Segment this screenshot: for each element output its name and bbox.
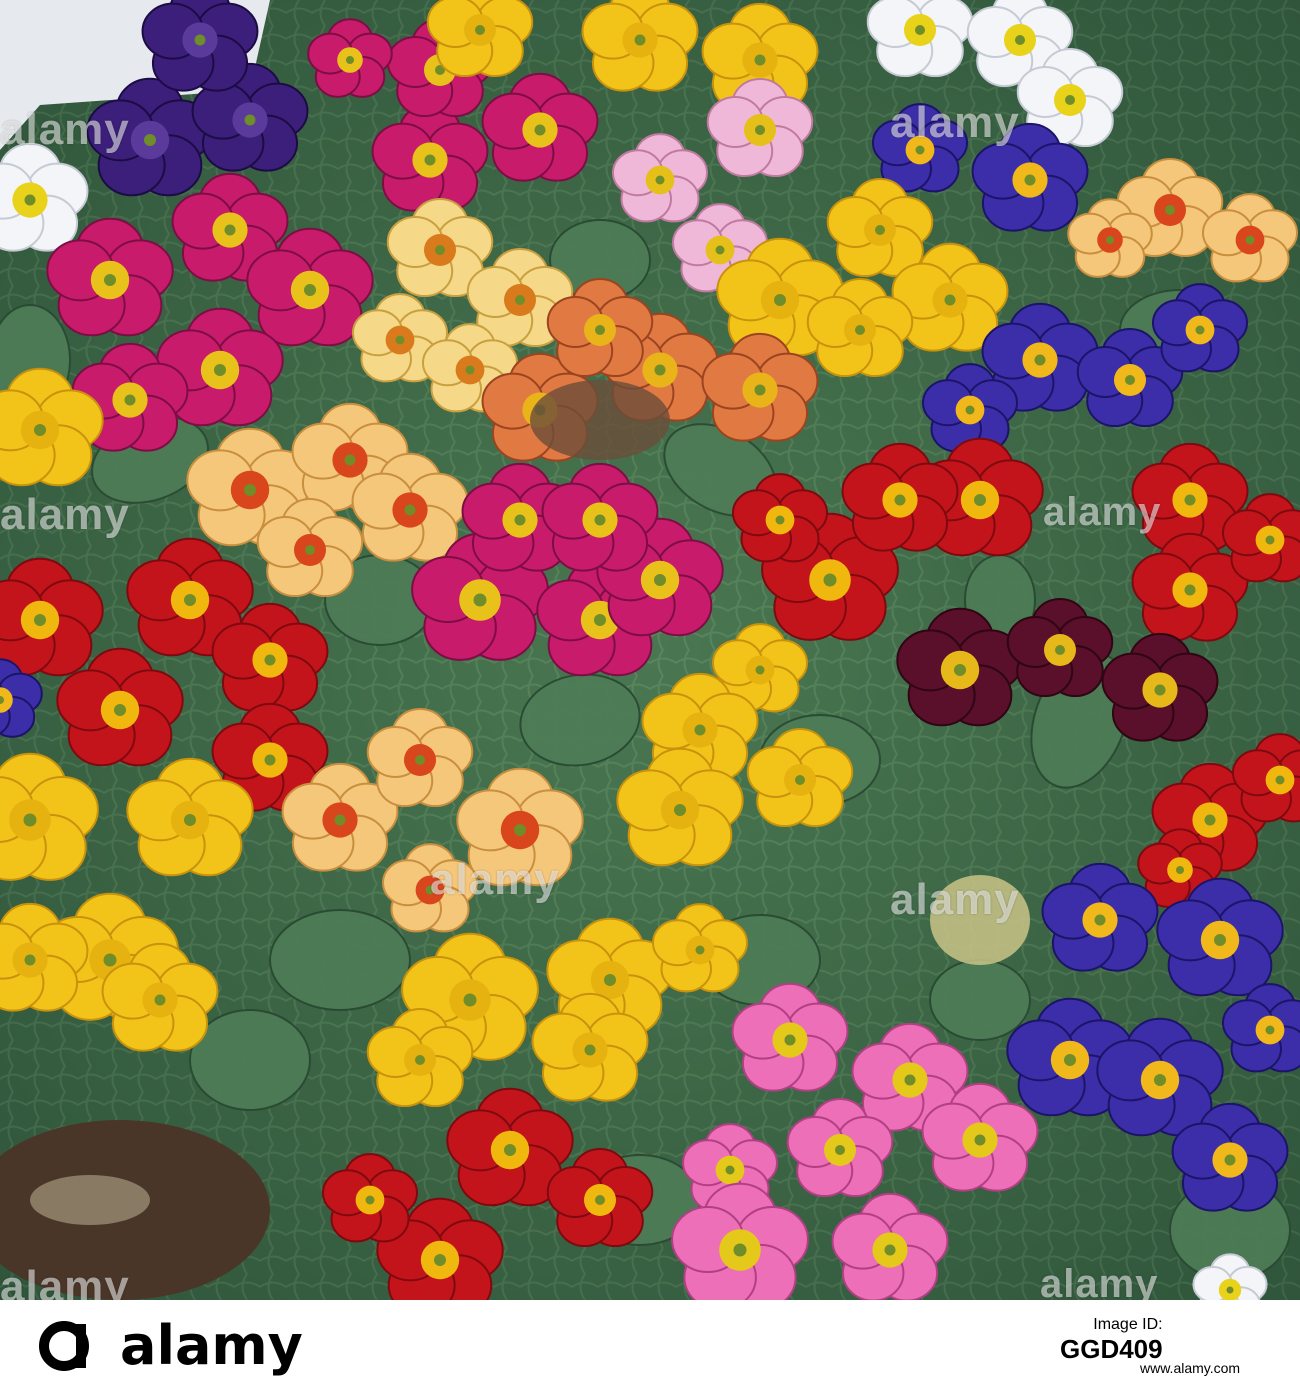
primrose-flower (141, 0, 259, 92)
flower-photo (0, 0, 1300, 1300)
primrose-flower (866, 0, 974, 78)
stock-footer: alamy Image ID: GGD409 www.alamy.com (0, 1300, 1300, 1388)
primrose-flower (581, 0, 699, 92)
image-id-block: Image ID: GGD409 (1060, 1316, 1163, 1365)
image-id-label: Image ID: (1093, 1316, 1163, 1333)
footer-url[interactable]: www.alamy.com (1140, 1360, 1240, 1376)
watermark-text: alamy (0, 490, 130, 539)
stock-brand-label: alamy (120, 1314, 303, 1377)
watermark-text: alamy (1043, 490, 1162, 534)
watermark-text: alamy (430, 855, 560, 904)
alamy-logo-icon (39, 1321, 89, 1371)
watermark-text: alamy (890, 98, 1020, 147)
watermark-text: alamy (0, 105, 130, 154)
watermark-text: alamy (890, 875, 1020, 924)
primrose-flower (426, 0, 534, 78)
